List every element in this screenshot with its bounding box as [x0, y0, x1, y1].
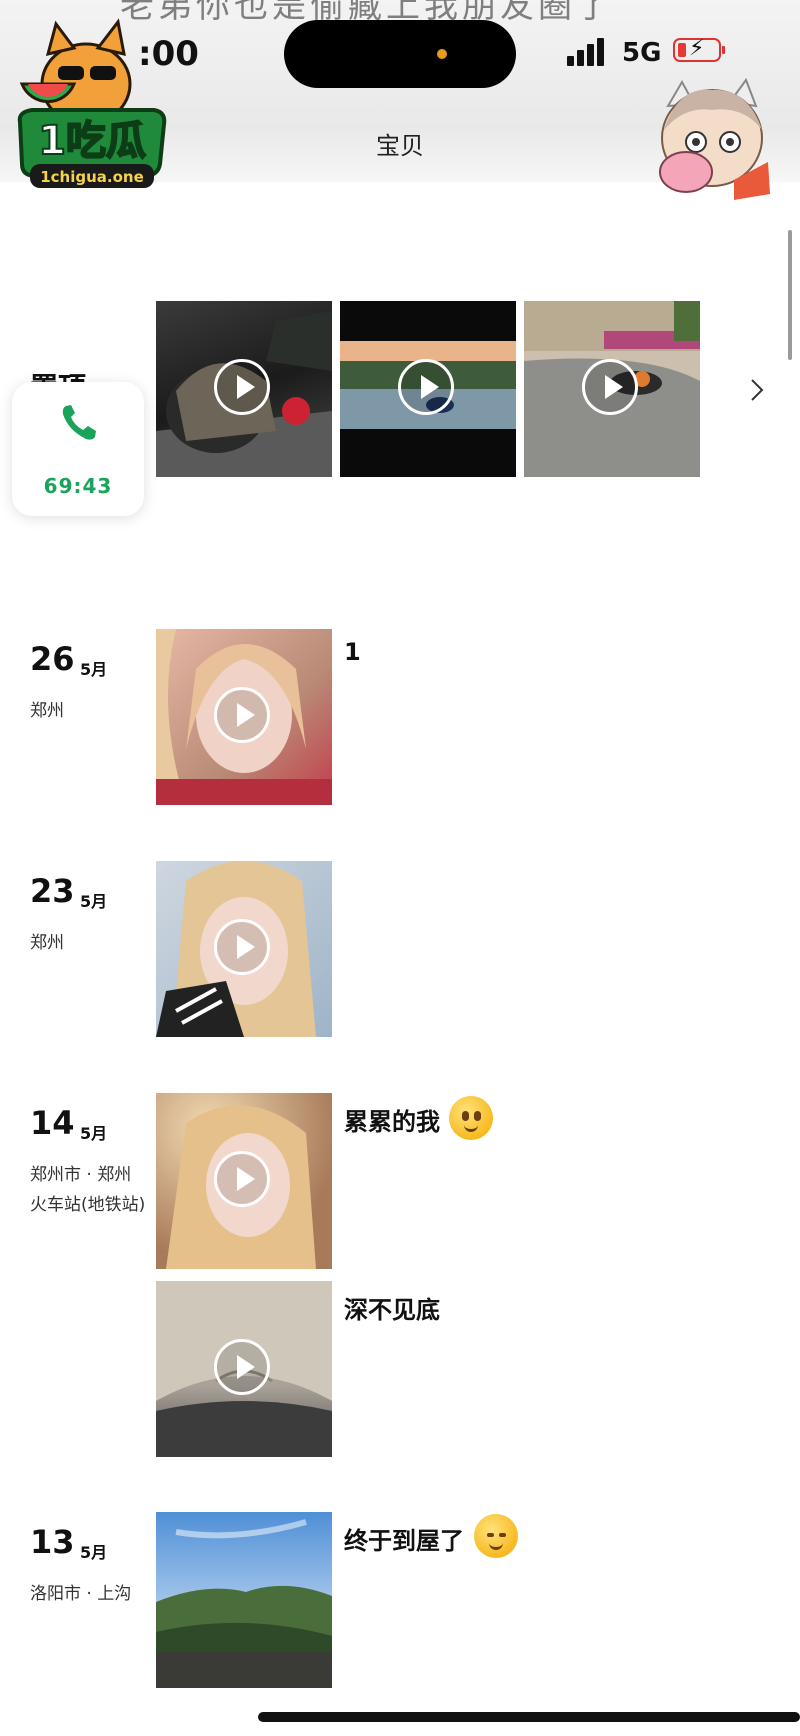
pinned-video-2[interactable] [340, 301, 516, 477]
post-video-14b[interactable] [156, 1281, 332, 1457]
call-timer: 69:43 [43, 474, 113, 498]
post-video-26[interactable] [156, 629, 332, 805]
post-month: 5月 [80, 660, 108, 679]
post-image-13[interactable] [156, 1512, 332, 1688]
play-icon [214, 1339, 270, 1395]
play-icon [582, 359, 638, 415]
play-icon [398, 359, 454, 415]
post-location: 洛阳市 · 上沟 [30, 1584, 132, 1604]
phone-icon [62, 405, 96, 440]
post-video-23[interactable] [156, 861, 332, 1037]
play-icon [214, 359, 270, 415]
post-location: 郑州市 · 郑州火车站(地铁站) [30, 1165, 146, 1215]
post-caption: 1 [344, 638, 361, 666]
emoji-face-icon [449, 1096, 493, 1140]
emoji-face-icon [474, 1514, 518, 1558]
post-location: 郑州 [30, 701, 64, 721]
post-month: 5月 [80, 1543, 108, 1562]
post-caption: 深不见底 [344, 1296, 440, 1324]
post-day: 26 [30, 640, 75, 678]
signal-icon [567, 38, 611, 66]
post-day: 23 [30, 872, 75, 910]
battery-icon: ⚡ [673, 36, 725, 62]
chevron-right-icon[interactable] [750, 378, 764, 402]
post-month: 5月 [80, 1124, 108, 1143]
pinned-video-3[interactable] [524, 301, 700, 477]
logo-url: 1chigua.one [40, 168, 144, 186]
post-caption: 累累的我 [344, 1108, 440, 1136]
post-day: 14 [30, 1104, 75, 1142]
dynamic-island [284, 20, 516, 88]
cartoon-sticker [659, 77, 770, 200]
play-icon [214, 919, 270, 975]
pinned-video-1[interactable] [156, 301, 332, 477]
scrollbar[interactable] [788, 230, 792, 360]
floating-call-card[interactable]: 69:43 [12, 382, 144, 516]
post-month: 5月 [80, 892, 108, 911]
post-day: 13 [30, 1523, 75, 1561]
post-location: 郑州 [30, 933, 64, 953]
network-type: 5G [622, 38, 662, 68]
post-video-14a[interactable] [156, 1093, 332, 1269]
play-icon [214, 687, 270, 743]
play-icon [214, 1151, 270, 1207]
post-caption: 终于到屋了 [344, 1527, 464, 1555]
logo-text: 1吃瓜 [38, 118, 146, 164]
landscape-photo [156, 1519, 332, 1688]
home-indicator [258, 1712, 800, 1722]
watermark-logo: 1吃瓜 1chigua.one [17, 18, 167, 188]
